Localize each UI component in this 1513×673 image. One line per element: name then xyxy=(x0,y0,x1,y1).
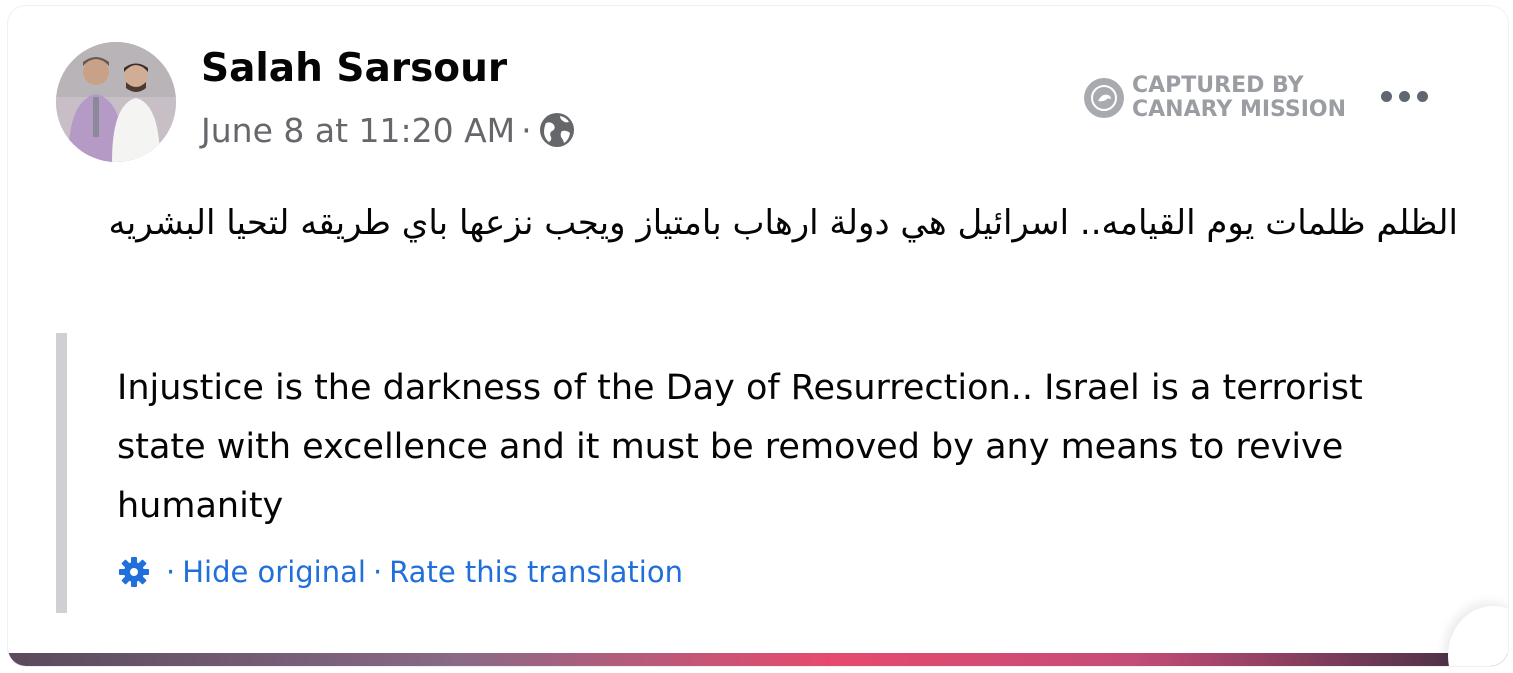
globe-icon[interactable] xyxy=(538,111,576,149)
meta-separator: · xyxy=(521,110,532,150)
avatar-photo xyxy=(56,42,176,162)
translated-text: Injustice is the darkness of the Day of … xyxy=(117,368,1363,526)
more-options-button[interactable] xyxy=(1370,76,1438,116)
next-post-strip xyxy=(8,653,1508,666)
rate-translation-link[interactable]: Rate this translation xyxy=(389,555,683,589)
post-original-text: الظلم ظلمات يوم القيامه.. اسرائيل هي دول… xyxy=(108,203,1458,243)
hide-original-link[interactable]: Hide original xyxy=(182,555,366,589)
avatar[interactable] xyxy=(56,42,176,162)
more-dot-icon xyxy=(1380,90,1392,102)
translation-block: Injustice is the darkness of the Day of … xyxy=(56,333,1397,613)
watermark-line-2: CANARY MISSION xyxy=(1132,97,1347,122)
translation-actions: · Hide original · Rate this translation xyxy=(117,555,683,589)
watermark: CAPTURED BY CANARY MISSION xyxy=(1084,74,1346,122)
action-separator: · xyxy=(372,555,383,589)
canary-logo-icon xyxy=(1084,78,1124,118)
post-card: Salah Sarsour June 8 at 11:20 AM · CAPTU… xyxy=(8,6,1508,666)
post-timestamp[interactable]: June 8 at 11:20 AM xyxy=(201,111,515,150)
watermark-text: CAPTURED BY CANARY MISSION xyxy=(1132,74,1346,122)
post-meta: June 8 at 11:20 AM · xyxy=(201,108,576,152)
more-dot-icon xyxy=(1416,90,1428,102)
more-dot-icon xyxy=(1398,90,1410,102)
author-name[interactable]: Salah Sarsour xyxy=(201,46,507,91)
corner-overlay xyxy=(1448,606,1508,666)
watermark-line-1: CAPTURED BY xyxy=(1132,73,1304,98)
action-separator: · xyxy=(166,555,176,589)
gear-icon[interactable] xyxy=(117,555,151,589)
